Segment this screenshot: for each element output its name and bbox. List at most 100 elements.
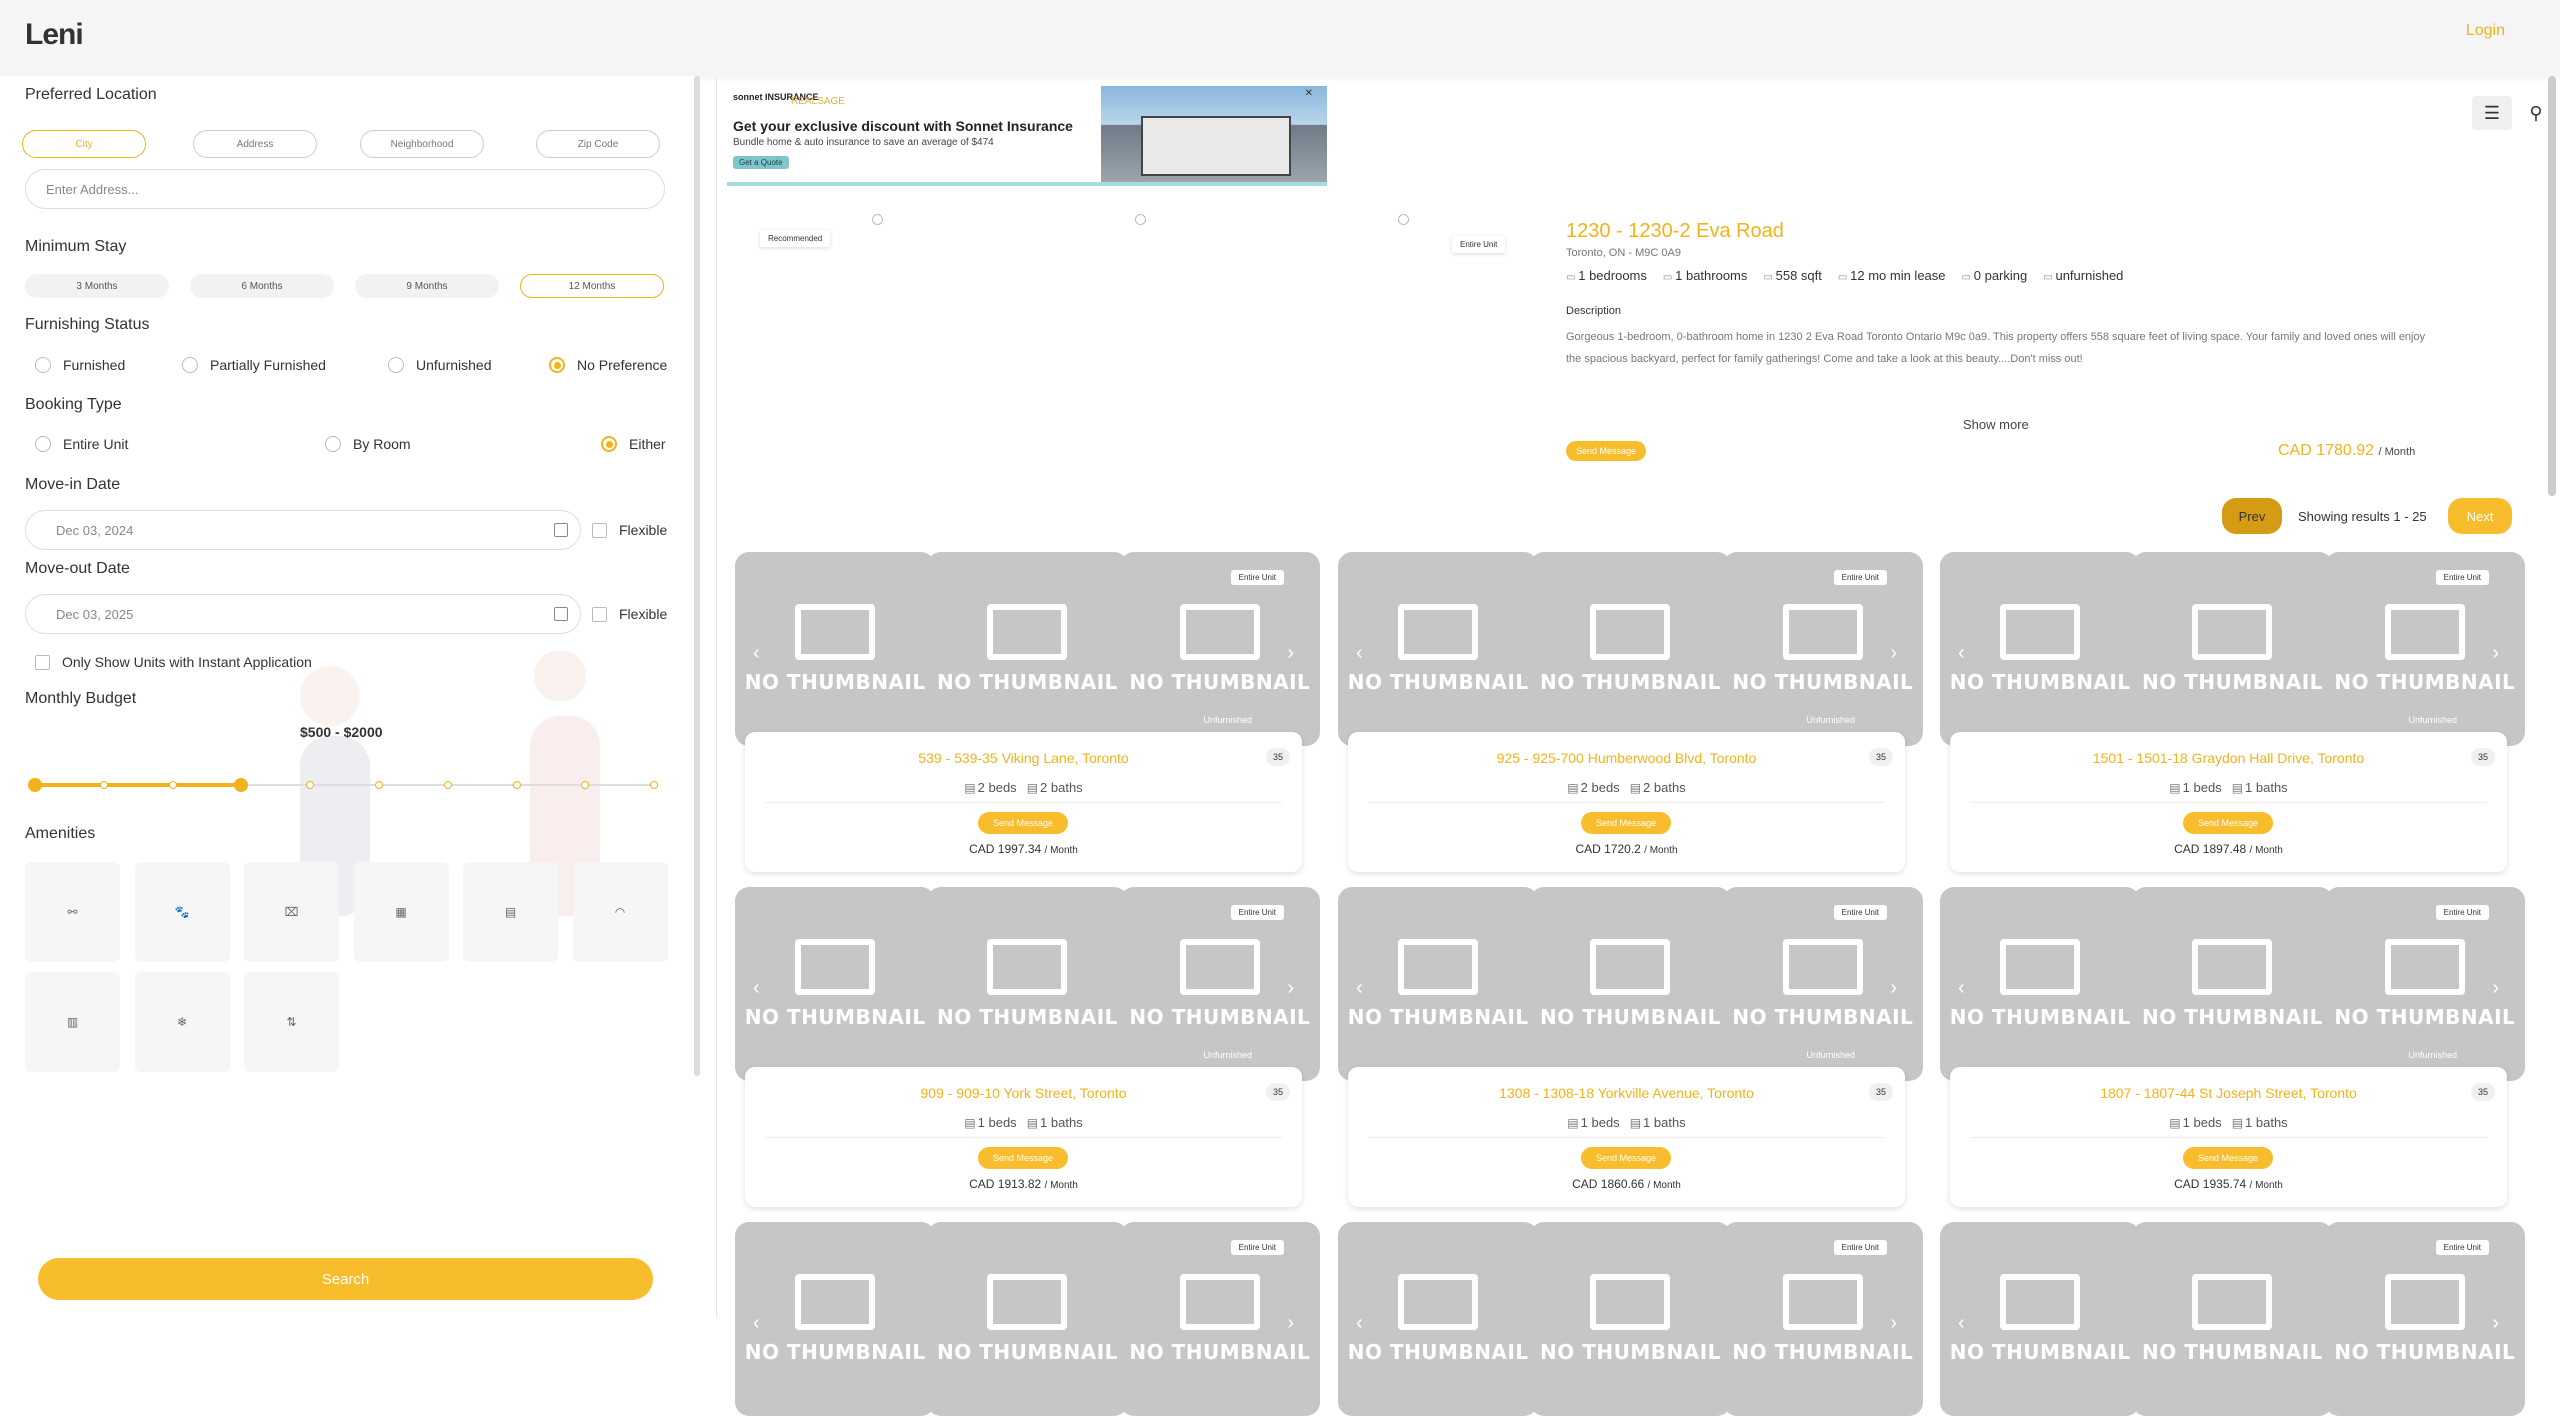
carousel-dot[interactable] xyxy=(872,214,883,225)
radio-button[interactable] xyxy=(182,357,198,373)
listing-title[interactable]: 925 - 925-700 Humberwood Blvd, Toronto xyxy=(1348,750,1905,766)
movein-flexible-checkbox[interactable]: Flexible xyxy=(592,522,667,538)
laundry-icon[interactable]: ⌧ xyxy=(244,862,339,962)
send-message-button[interactable]: Send Message xyxy=(1581,812,1671,834)
login-link[interactable]: Login xyxy=(2466,22,2505,40)
listing-photos[interactable]: NO THUMBNAIL NO THUMBNAIL NO THUMBNAIL xyxy=(1940,1222,2525,1416)
listing-title[interactable]: 1807 - 1807-44 St Joseph Street, Toronto xyxy=(1950,1085,2507,1101)
radio-button[interactable] xyxy=(549,357,565,373)
location-tab-city[interactable]: City xyxy=(22,130,146,158)
furnishing-option-no-preference[interactable]: No Preference xyxy=(549,357,667,373)
listing-title[interactable]: 539 - 539-35 Viking Lane, Toronto xyxy=(745,750,1302,766)
address-input[interactable]: Enter Address... xyxy=(25,169,665,209)
chevron-left-icon[interactable]: ‹ xyxy=(753,1312,760,1335)
chevron-left-icon[interactable]: ‹ xyxy=(1356,642,1363,665)
app-logo[interactable]: Leni xyxy=(25,18,84,52)
radio-button[interactable] xyxy=(35,436,51,452)
furnishing-option-unfurnished[interactable]: Unfurnished xyxy=(388,357,492,373)
sidebar-scrollbar[interactable] xyxy=(694,76,700,1076)
budget-min-handle[interactable] xyxy=(28,778,42,792)
ad-cta-button[interactable]: Get a Quote xyxy=(733,156,789,169)
chevron-right-icon[interactable]: › xyxy=(1890,977,1897,1000)
radio-button[interactable] xyxy=(325,436,341,452)
dishwasher-icon[interactable]: ▤ xyxy=(463,862,558,962)
listing-photos[interactable]: NO THUMBNAIL NO THUMBNAIL NO THUMBNAIL xyxy=(1338,1222,1923,1416)
carousel-dot[interactable] xyxy=(1135,214,1146,225)
chevron-left-icon[interactable]: ‹ xyxy=(1958,642,1965,665)
listing-title[interactable]: 1308 - 1308-18 Yorkville Avenue, Toronto xyxy=(1348,1085,1905,1101)
stay-option-9-months[interactable]: 9 Months xyxy=(355,274,499,298)
movein-date-input[interactable]: Dec 03, 2024 xyxy=(25,510,581,550)
chevron-right-icon[interactable]: › xyxy=(1287,977,1294,1000)
location-tab-address[interactable]: Address xyxy=(193,130,317,158)
main-scrollbar[interactable] xyxy=(2548,76,2556,496)
radio-button[interactable] xyxy=(35,357,51,373)
chevron-right-icon[interactable]: › xyxy=(1287,1312,1294,1335)
booking-option-entire-unit[interactable]: Entire Unit xyxy=(35,436,128,452)
send-message-button[interactable]: Send Message xyxy=(2183,812,2273,834)
next-button[interactable]: Next xyxy=(2448,498,2512,534)
booking-option-by-room[interactable]: By Room xyxy=(325,436,411,452)
price-amount: CAD 1860.66 xyxy=(1572,1177,1645,1191)
featured-title[interactable]: 1230 - 1230-2 Eva Road xyxy=(1566,220,1784,243)
chevron-right-icon[interactable]: › xyxy=(1890,1312,1897,1335)
instant-application-checkbox[interactable]: Only Show Units with Instant Application xyxy=(35,654,312,670)
gym-icon[interactable]: ▦ xyxy=(353,862,449,962)
location-tab-zip-code[interactable]: Zip Code xyxy=(536,130,660,158)
slider-step-dot[interactable] xyxy=(99,781,108,789)
chevron-right-icon[interactable]: › xyxy=(1287,642,1294,665)
radio-button[interactable] xyxy=(388,357,404,373)
featured-send-message-button[interactable]: Send Message xyxy=(1566,441,1647,461)
calendar-icon[interactable] xyxy=(554,523,568,537)
moveout-flexible-checkbox[interactable]: Flexible xyxy=(592,606,667,622)
checkbox-box[interactable] xyxy=(35,654,50,670)
elevator-icon[interactable]: ⇅ xyxy=(244,972,339,1072)
checkbox-box[interactable] xyxy=(592,522,607,538)
balcony-icon[interactable]: ▥ xyxy=(25,972,120,1072)
send-message-button[interactable]: Send Message xyxy=(1581,1147,1671,1169)
insurance-ad-banner[interactable]: sonnet INSURANCE REALSAGE Get your exclu… xyxy=(727,86,1327,186)
prev-button[interactable]: Prev xyxy=(2222,498,2282,534)
listing-photos[interactable]: NO THUMBNAIL NO THUMBNAIL NO THUMBNAIL xyxy=(735,1222,1320,1416)
slider-step-dot[interactable] xyxy=(375,781,383,789)
chevron-right-icon[interactable]: › xyxy=(2492,1312,2499,1335)
pet-icon[interactable]: 🐾 xyxy=(134,862,230,962)
stay-option-12-months[interactable]: 12 Months xyxy=(520,274,664,298)
chevron-right-icon[interactable]: › xyxy=(2492,642,2499,665)
chevron-right-icon[interactable]: › xyxy=(1890,642,1897,665)
wifi-icon[interactable]: ◠ xyxy=(572,862,668,962)
send-message-button[interactable]: Send Message xyxy=(2183,1147,2273,1169)
radio-button[interactable] xyxy=(601,436,617,452)
send-message-button[interactable]: Send Message xyxy=(978,1147,1068,1169)
slider-step-dot[interactable] xyxy=(443,781,452,789)
booking-option-either[interactable]: Either xyxy=(601,436,666,452)
chevron-left-icon[interactable]: ‹ xyxy=(753,642,760,665)
listing-title[interactable]: 1501 - 1501-18 Graydon Hall Drive, Toron… xyxy=(1950,750,2507,766)
parking-icon[interactable]: ⚯ xyxy=(25,862,120,962)
slider-step-dot[interactable] xyxy=(168,781,177,789)
show-more-link[interactable]: Show more xyxy=(1963,417,2029,432)
calendar-icon[interactable] xyxy=(554,607,568,621)
ad-close-icon[interactable]: ✕ xyxy=(1305,88,1313,99)
listing-title[interactable]: 909 - 909-10 York Street, Toronto xyxy=(745,1085,1302,1101)
ac-icon[interactable]: ❄ xyxy=(134,972,230,1072)
carousel-dot[interactable] xyxy=(1398,214,1409,225)
moveout-date-input[interactable]: Dec 03, 2025 xyxy=(25,594,581,634)
chevron-right-icon[interactable]: › xyxy=(2492,977,2499,1000)
chevron-left-icon[interactable]: ‹ xyxy=(1958,1312,1965,1335)
location-tab-neighborhood[interactable]: Neighborhood xyxy=(360,130,484,158)
chevron-left-icon[interactable]: ‹ xyxy=(753,977,760,1000)
chevron-left-icon[interactable]: ‹ xyxy=(1958,977,1965,1000)
slider-step-dot[interactable] xyxy=(512,781,521,789)
furnishing-option-furnished[interactable]: Furnished xyxy=(35,357,125,373)
list-view-icon[interactable]: ☰ xyxy=(2472,96,2512,130)
stay-option-3-months[interactable]: 3 Months xyxy=(25,274,169,298)
stay-option-6-months[interactable]: 6 Months xyxy=(190,274,334,298)
chevron-left-icon[interactable]: ‹ xyxy=(1356,1312,1363,1335)
chevron-left-icon[interactable]: ‹ xyxy=(1356,977,1363,1000)
checkbox-box[interactable] xyxy=(592,606,607,622)
search-button[interactable]: Search xyxy=(38,1258,653,1300)
furnishing-option-partially-furnished[interactable]: Partially Furnished xyxy=(182,357,326,373)
send-message-button[interactable]: Send Message xyxy=(978,812,1068,834)
listing-specs: 1 beds 1 baths xyxy=(1348,1115,1905,1130)
